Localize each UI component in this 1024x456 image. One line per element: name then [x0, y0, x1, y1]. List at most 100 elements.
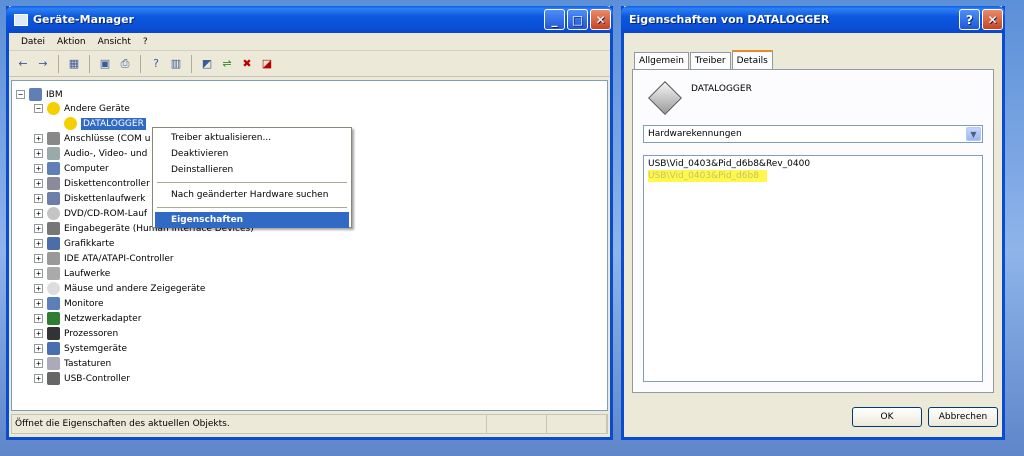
expand-icon[interactable]: +: [34, 224, 43, 233]
tree-item[interactable]: + Diskettenlaufwerk: [34, 191, 145, 206]
expand-icon[interactable]: +: [34, 134, 43, 143]
expand-icon[interactable]: +: [34, 179, 43, 188]
expand-icon[interactable]: +: [34, 344, 43, 353]
cancel-button[interactable]: Abbrechen: [928, 407, 998, 427]
tree-item[interactable]: + Tastaturen: [34, 356, 111, 371]
status-text: Öffnet die Eigenschaften des aktuellen O…: [15, 415, 487, 433]
update-driver-icon[interactable]: ⇌: [219, 56, 235, 72]
hardware-id-list[interactable]: USB\Vid_0403&Pid_d6b8&Rev_0400 USB\Vid_0…: [643, 155, 983, 382]
tree-item[interactable]: + Grafikkarte: [34, 236, 114, 251]
tab-strip: Allgemein Treiber Details: [634, 49, 774, 70]
highlighted-id: USB\Vid_0403&Pid_d6b8: [648, 170, 767, 182]
tree-item[interactable]: + Audio-, Video- und: [34, 146, 147, 161]
expand-icon[interactable]: +: [34, 299, 43, 308]
tree-item[interactable]: + IDE ATA/ATAPI-Controller: [34, 251, 174, 266]
expand-icon[interactable]: +: [34, 209, 43, 218]
ide-icon: [47, 252, 60, 265]
menu-ansicht[interactable]: Ansicht: [92, 37, 137, 47]
usb-icon: [47, 372, 60, 385]
view-icon[interactable]: ▦: [66, 56, 82, 72]
monitor-icon: [47, 297, 60, 310]
expand-icon[interactable]: +: [34, 314, 43, 323]
expand-icon[interactable]: +: [34, 284, 43, 293]
close-button[interactable]: ✕: [590, 9, 611, 30]
tab-details[interactable]: Details: [731, 50, 773, 70]
tree-item[interactable]: + Computer: [34, 161, 109, 176]
expand-icon[interactable]: +: [34, 269, 43, 278]
menu-item-update-driver[interactable]: Treiber aktualisieren...: [155, 130, 349, 146]
tree-item-datalogger-label: DATALOGGER: [81, 117, 146, 130]
list-item[interactable]: USB\Vid_0403&Pid_d6b8&Rev_0400: [648, 158, 978, 170]
expand-icon[interactable]: +: [34, 149, 43, 158]
menu-item-disable[interactable]: Deaktivieren: [155, 146, 349, 162]
properties-title: Eigenschaften von DATALOGGER: [629, 13, 830, 26]
expand-icon[interactable]: +: [34, 374, 43, 383]
port-icon: [47, 132, 60, 145]
device-manager-titlebar[interactable]: Geräte-Manager _ □ ✕: [6, 6, 613, 33]
cd-drive-icon: [47, 207, 60, 220]
forward-icon[interactable]: →: [35, 56, 51, 72]
tree-item[interactable]: + DVD/CD-ROM-Lauf: [34, 206, 147, 221]
help-button[interactable]: ?: [959, 9, 980, 30]
expand-icon[interactable]: +: [34, 164, 43, 173]
menu-item-uninstall[interactable]: Deinstallieren: [155, 162, 349, 178]
menu-datei[interactable]: Datei: [15, 37, 51, 47]
audio-icon: [47, 147, 60, 160]
expand-icon[interactable]: +: [34, 329, 43, 338]
expand-icon[interactable]: +: [34, 239, 43, 248]
menu-aktion[interactable]: Aktion: [51, 37, 92, 47]
tree-item[interactable]: + Monitore: [34, 296, 104, 311]
tree-item[interactable]: + Mäuse und andere Zeigegeräte: [34, 281, 205, 296]
properties-icon[interactable]: ▣: [97, 56, 113, 72]
expand-icon[interactable]: +: [34, 254, 43, 263]
unknown-device-icon: [47, 102, 60, 115]
properties-dialog: Eigenschaften von DATALOGGER ? ✕ Allgeme…: [621, 6, 1005, 440]
tree-item[interactable]: + Diskettencontroller: [34, 176, 150, 191]
toolbar: ← → ▦ ▣ ⎙ ? ▥ ◩ ⇌ ✖ ◪: [9, 51, 610, 77]
expand-icon[interactable]: +: [34, 359, 43, 368]
menu-item-scan-hardware[interactable]: Nach geänderter Hardware suchen: [155, 187, 349, 203]
minimize-button[interactable]: _: [544, 9, 565, 30]
property-select[interactable]: Hardwarekennungen ▼: [643, 125, 983, 143]
disable-icon[interactable]: ✖: [239, 56, 255, 72]
tree-item[interactable]: + Anschlüsse (COM u: [34, 131, 150, 146]
expand-icon[interactable]: +: [34, 194, 43, 203]
menu-separator: [157, 182, 347, 183]
device-name: DATALOGGER: [691, 84, 752, 94]
status-bar: Öffnet die Eigenschaften des aktuellen O…: [11, 414, 608, 434]
menu-item-properties[interactable]: Eigenschaften: [155, 212, 349, 228]
menu-separator: [157, 207, 347, 208]
view2-icon[interactable]: ▥: [168, 56, 184, 72]
tree-item[interactable]: + USB-Controller: [34, 371, 130, 386]
back-icon[interactable]: ←: [15, 56, 31, 72]
help-icon[interactable]: ?: [148, 56, 164, 72]
print-icon[interactable]: ⎙: [117, 56, 133, 72]
tab-allgemein[interactable]: Allgemein: [634, 52, 689, 69]
tree-item-datalogger[interactable]: DATALOGGER: [64, 116, 146, 131]
unknown-device-icon: [648, 81, 682, 115]
collapse-icon[interactable]: −: [16, 90, 25, 99]
maximize-button[interactable]: □: [567, 9, 588, 30]
tree-item[interactable]: + Prozessoren: [34, 326, 118, 341]
disk-drive-icon: [47, 267, 60, 280]
tree-item[interactable]: + Laufwerke: [34, 266, 110, 281]
computer-icon: [29, 88, 42, 101]
tree-item[interactable]: + Systemgeräte: [34, 341, 127, 356]
scan-icon[interactable]: ◩: [199, 56, 215, 72]
menu-help[interactable]: ?: [137, 37, 154, 47]
mouse-icon: [47, 282, 60, 295]
chevron-down-icon[interactable]: ▼: [966, 127, 981, 141]
keyboard-icon: [47, 357, 60, 370]
dialog-close-button[interactable]: ✕: [982, 9, 1003, 30]
uninstall-icon[interactable]: ◪: [259, 56, 275, 72]
list-item[interactable]: USB\Vid_0403&Pid_d6b8: [648, 170, 978, 182]
properties-titlebar[interactable]: Eigenschaften von DATALOGGER ? ✕: [621, 6, 1005, 33]
ok-button[interactable]: OK: [852, 407, 922, 427]
tree-item-other-devices[interactable]: − Andere Geräte: [34, 101, 130, 116]
tree-item[interactable]: + Netzwerkadapter: [34, 311, 141, 326]
tree-root[interactable]: − IBM: [16, 87, 63, 102]
display-adapter-icon: [47, 237, 60, 250]
tab-treiber[interactable]: Treiber: [689, 52, 731, 69]
collapse-icon[interactable]: −: [34, 104, 43, 113]
computer-icon: [47, 162, 60, 175]
